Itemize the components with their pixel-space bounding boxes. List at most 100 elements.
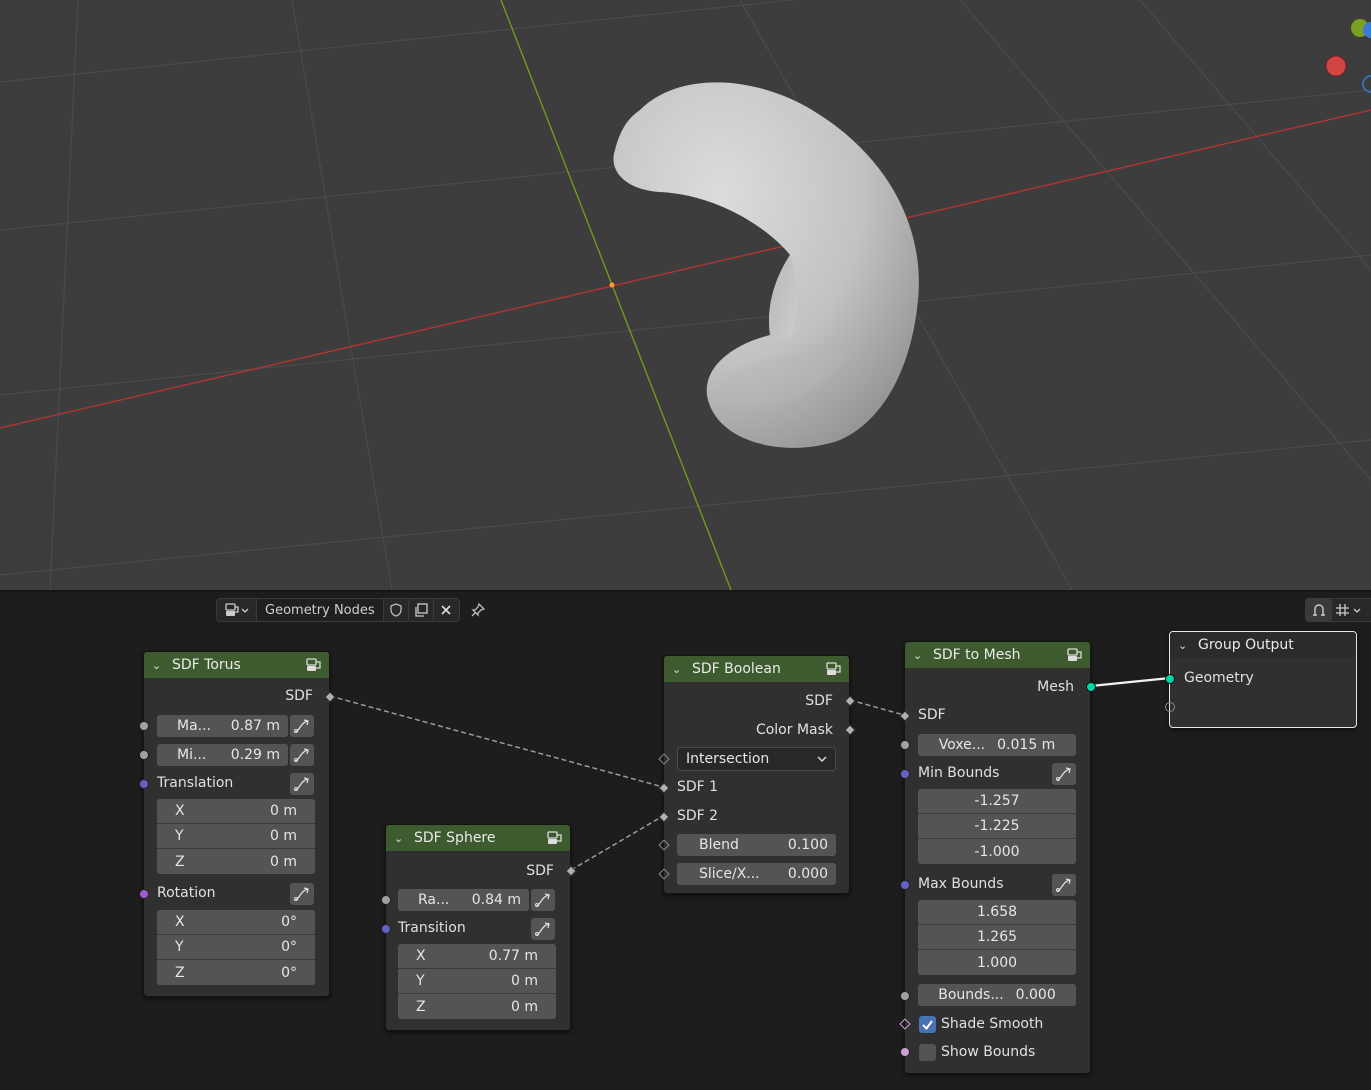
node-group-icon[interactable] — [546, 830, 564, 846]
fake-user-button[interactable] — [383, 599, 408, 621]
slice-field[interactable]: Slice/X... 0.000 — [677, 863, 836, 885]
input-radius-socket[interactable] — [381, 895, 391, 905]
input-operation-socket[interactable] — [658, 753, 670, 765]
major-driver-button[interactable] — [290, 715, 314, 737]
transition-driver-button[interactable] — [531, 918, 555, 940]
input-shade-smooth-socket[interactable] — [899, 1018, 911, 1030]
node-header[interactable]: ⌄ Group Output — [1170, 632, 1356, 658]
translation-y-field[interactable]: Y 0 m — [157, 824, 315, 849]
axis-label: X — [175, 803, 185, 819]
max-bounds-y-field[interactable]: 1.265 — [918, 925, 1076, 950]
shade-smooth-checkbox[interactable] — [919, 1016, 936, 1033]
minor-driver-button[interactable] — [290, 744, 314, 766]
node-sdf-torus[interactable]: ⌄ SDF Torus SDF Ma... 0.87 m Mi... 0.29 … — [139, 651, 336, 997]
rotation-z-field[interactable]: Z 0° — [157, 960, 315, 985]
min-bounds-vector[interactable]: -1.257 -1.225 -1.000 — [918, 789, 1076, 864]
input-minor-socket[interactable] — [139, 750, 149, 760]
input-geometry-socket[interactable] — [1165, 674, 1175, 684]
voxel-size-field[interactable]: Voxe... 0.015 m — [918, 734, 1076, 756]
collapse-chevron-icon[interactable]: ⌄ — [1178, 639, 1192, 652]
input-max-bounds-socket[interactable] — [900, 880, 910, 890]
translation-x-field[interactable]: X 0 m — [157, 799, 315, 824]
input-major-socket[interactable] — [139, 721, 149, 731]
node-sdf-boolean[interactable]: ⌄ SDF Boolean SDF Color Mask Intersectio… — [658, 655, 856, 894]
max-bounds-z-field[interactable]: 1.000 — [918, 950, 1076, 975]
min-bounds-z-field[interactable]: -1.000 — [918, 839, 1076, 864]
input-sdf2-socket[interactable] — [658, 811, 670, 823]
output-sdf-socket[interactable] — [565, 865, 577, 877]
input-voxel-socket[interactable] — [900, 740, 910, 750]
input-slice-socket[interactable] — [658, 868, 670, 880]
show-bounds-label: Show Bounds — [941, 1044, 1036, 1060]
duplicate-button[interactable] — [408, 599, 433, 621]
collapse-chevron-icon[interactable]: ⌄ — [672, 663, 686, 676]
input-sdf1-socket[interactable] — [658, 782, 670, 794]
min-bounds-driver-button[interactable] — [1052, 763, 1076, 785]
rotation-driver-button[interactable] — [290, 883, 314, 905]
output-mesh-socket[interactable] — [1086, 682, 1096, 692]
output-color-mask-socket[interactable] — [844, 724, 856, 736]
input-min-bounds-socket[interactable] — [900, 769, 910, 779]
min-bounds-x-field[interactable]: -1.257 — [918, 789, 1076, 814]
rotation-y-field[interactable]: Y 0° — [157, 935, 315, 960]
max-bounds-driver-button[interactable] — [1052, 874, 1076, 896]
bounds-pad-field[interactable]: Bounds... 0.000 — [918, 984, 1076, 1006]
output-sdf-socket[interactable] — [324, 691, 336, 703]
transition-vector[interactable]: X 0.77 m Y 0 m Z 0 m — [398, 944, 556, 1019]
node-group-icon[interactable] — [305, 657, 323, 673]
minor-radius-field[interactable]: Mi... 0.29 m — [157, 744, 288, 766]
input-rotation-socket[interactable] — [139, 889, 149, 899]
field-label: Ma... — [177, 718, 212, 734]
transition-z-field[interactable]: Z 0 m — [398, 994, 556, 1019]
radius-driver-button[interactable] — [531, 889, 555, 911]
node-header[interactable]: ⌄ SDF Torus — [144, 652, 329, 678]
overlay-dropdown[interactable] — [1332, 599, 1370, 621]
node-tree-selector: Geometry Nodes — [216, 598, 460, 622]
node-sdf-sphere[interactable]: ⌄ SDF Sphere SDF Ra... 0.84 m Transition… — [381, 824, 577, 1031]
editor-type-button[interactable] — [217, 599, 257, 621]
node-sdf-to-mesh[interactable]: ⌄ SDF to Mesh Mesh SDF Voxe... 0.015 m M… — [899, 641, 1096, 1074]
input-show-bounds-socket[interactable] — [900, 1047, 910, 1057]
translation-vector[interactable]: X 0 m Y 0 m Z 0 m — [157, 799, 315, 874]
input-translation-socket[interactable] — [139, 779, 149, 789]
link-boolean-to-mesh — [849, 699, 905, 716]
node-group-icon[interactable] — [1066, 647, 1084, 663]
input-empty-socket[interactable] — [1165, 702, 1175, 712]
node-group-output[interactable]: ⌄ Group Output Geometry — [1165, 631, 1357, 728]
transition-x-field[interactable]: X 0.77 m — [398, 944, 556, 969]
rotation-x-field[interactable]: X 0° — [157, 910, 315, 935]
max-bounds-vector[interactable]: 1.658 1.265 1.000 — [918, 900, 1076, 975]
show-bounds-checkbox[interactable] — [919, 1044, 936, 1061]
blend-field[interactable]: Blend 0.100 — [677, 834, 836, 856]
transition-y-field[interactable]: Y 0 m — [398, 969, 556, 994]
3d-viewport[interactable] — [0, 0, 1371, 590]
axis-value: 1.265 — [976, 929, 1018, 945]
operation-dropdown[interactable]: Intersection — [677, 747, 836, 771]
node-header[interactable]: ⌄ SDF Boolean — [664, 656, 849, 682]
input-transition-socket[interactable] — [381, 924, 391, 934]
unlink-button[interactable] — [433, 599, 458, 621]
input-blend-socket[interactable] — [658, 839, 670, 851]
major-radius-field[interactable]: Ma... 0.87 m — [157, 715, 288, 737]
snap-toggle[interactable] — [1306, 599, 1332, 621]
axis-value: -1.000 — [974, 843, 1020, 860]
collapse-chevron-icon[interactable]: ⌄ — [394, 832, 408, 845]
pin-button[interactable] — [466, 599, 490, 621]
shade-smooth-label: Shade Smooth — [941, 1016, 1044, 1032]
node-editor[interactable]: Geometry Nodes ⌄ SDF Torus SDF Ma... 0.8… — [0, 592, 1371, 1090]
collapse-chevron-icon[interactable]: ⌄ — [152, 659, 166, 672]
node-header[interactable]: ⌄ SDF Sphere — [386, 825, 570, 851]
output-sdf-socket[interactable] — [844, 695, 856, 707]
radius-field[interactable]: Ra... 0.84 m — [398, 889, 529, 911]
min-bounds-y-field[interactable]: -1.225 — [918, 814, 1076, 839]
translation-driver-button[interactable] — [290, 773, 314, 795]
input-bounds-pad-socket[interactable] — [900, 991, 910, 1001]
input-sdf-socket[interactable] — [899, 710, 911, 722]
max-bounds-x-field[interactable]: 1.658 — [918, 900, 1076, 925]
node-tree-name-field[interactable]: Geometry Nodes — [257, 599, 383, 621]
node-header[interactable]: ⌄ SDF to Mesh — [905, 642, 1090, 668]
collapse-chevron-icon[interactable]: ⌄ — [913, 649, 927, 662]
node-group-icon[interactable] — [825, 661, 843, 677]
rotation-vector[interactable]: X 0° Y 0° Z 0° — [157, 910, 315, 985]
translation-z-field[interactable]: Z 0 m — [157, 849, 315, 874]
